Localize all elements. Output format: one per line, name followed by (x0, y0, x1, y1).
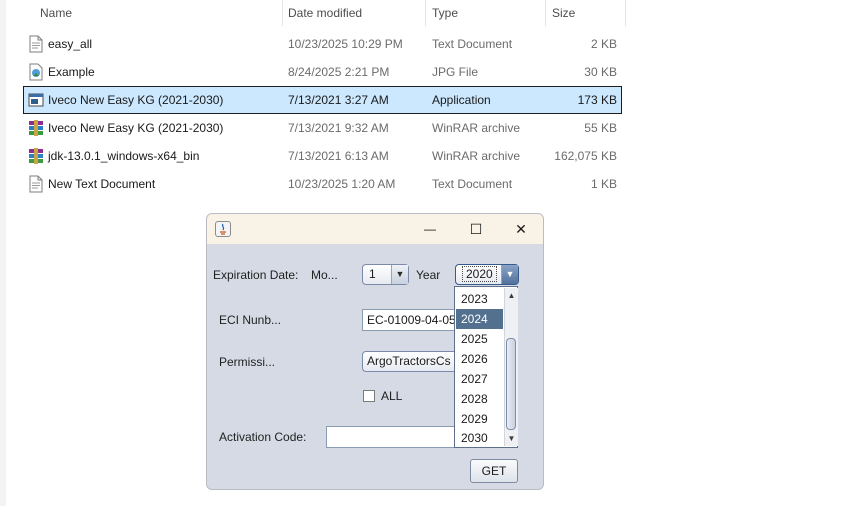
file-date: 7/13/2021 6:13 AM (288, 149, 389, 163)
all-checkbox-label: ALL (381, 389, 403, 403)
file-row[interactable]: Iveco New Easy KG (2021-2030) 7/13/2021 … (24, 115, 621, 141)
permission-select[interactable]: ArgoTractorsCs (362, 351, 462, 372)
winrar-archive-icon (29, 148, 43, 164)
activation-code-label: Activation Code: (219, 430, 307, 444)
year-option[interactable]: 2029 (456, 409, 503, 429)
file-row[interactable]: New Text Document 10/23/2025 1:20 AM Tex… (24, 171, 621, 197)
file-size: 1 KB (590, 177, 617, 191)
all-checkbox[interactable] (363, 390, 375, 402)
dropdown-scrollbar[interactable]: ▲ ▼ (504, 288, 518, 446)
column-header-date-modified[interactable]: Date modified (288, 0, 362, 26)
file-date: 7/13/2021 3:27 AM (288, 93, 389, 107)
year-option[interactable]: 2026 (456, 349, 503, 369)
file-date: 7/13/2021 9:32 AM (288, 121, 389, 135)
file-row[interactable]: Example 8/24/2025 2:21 PM JPG File 30 KB (24, 59, 621, 85)
file-size: 55 KB (584, 121, 617, 135)
chevron-down-icon[interactable]: ▼ (391, 265, 408, 284)
file-row[interactable]: easy_all 10/23/2025 10:29 PM Text Docume… (24, 31, 621, 57)
year-dropdown-list[interactable]: 2023 2024 2025 2026 2027 2028 2029 2030 … (454, 286, 518, 448)
close-button[interactable]: ✕ (499, 214, 543, 244)
year-value: 2020 (462, 266, 497, 282)
year-option-selected[interactable]: 2024 (456, 309, 503, 329)
year-option[interactable]: 2025 (456, 329, 503, 349)
scroll-up-icon[interactable]: ▲ (505, 289, 518, 302)
image-file-icon (29, 63, 43, 81)
file-date: 10/23/2025 10:29 PM (288, 37, 403, 51)
eci-number-label: ECI Nunb... (219, 313, 282, 327)
file-name: Iveco New Easy KG (2021-2030) (48, 121, 224, 135)
column-divider[interactable] (545, 0, 546, 26)
file-size: 2 KB (590, 37, 617, 51)
get-button[interactable]: GET (470, 459, 518, 483)
navigation-pane-edge (0, 0, 6, 506)
month-label: Mo... (311, 268, 338, 282)
column-header-name[interactable]: Name (40, 0, 72, 26)
file-type: Text Document (432, 37, 513, 51)
column-header-size[interactable]: Size (552, 0, 575, 26)
maximize-button[interactable]: ☐ (454, 214, 498, 244)
month-value: 1 (369, 267, 376, 281)
column-divider[interactable] (282, 0, 283, 26)
dialog-title-bar[interactable]: — ☐ ✕ (207, 214, 543, 244)
file-name: Iveco New Easy KG (2021-2030) (48, 93, 224, 107)
year-select[interactable]: 2020 ▼ (455, 264, 519, 285)
minimize-button[interactable]: — (408, 214, 452, 244)
file-name: jdk-13.0.1_windows-x64_bin (48, 149, 200, 163)
column-divider[interactable] (625, 0, 626, 26)
application-icon (28, 93, 44, 107)
file-size: 173 KB (577, 93, 617, 107)
java-app-icon (215, 221, 231, 237)
year-option[interactable]: 2027 (456, 369, 503, 389)
permission-value: ArgoTractorsCs (367, 354, 451, 368)
column-divider[interactable] (425, 0, 426, 26)
file-type: JPG File (432, 65, 479, 79)
file-date: 10/23/2025 1:20 AM (288, 177, 396, 191)
year-option[interactable]: 2028 (456, 389, 503, 409)
month-select[interactable]: 1 ▼ (362, 264, 409, 285)
file-date: 8/24/2025 2:21 PM (288, 65, 390, 79)
file-type: Application (432, 93, 491, 107)
activation-code-field[interactable] (326, 426, 456, 448)
file-size: 30 KB (584, 65, 617, 79)
scroll-down-icon[interactable]: ▼ (505, 432, 518, 445)
scrollbar-thumb[interactable] (506, 338, 516, 430)
file-name: Example (48, 65, 95, 79)
file-size: 162,075 KB (554, 149, 617, 163)
file-name: easy_all (48, 37, 93, 51)
year-option[interactable]: 2030 (456, 429, 503, 447)
year-label: Year (416, 268, 441, 282)
eci-number-field[interactable]: EC-01009-04-05 (362, 309, 462, 331)
sort-ascending-icon: ^ (150, 0, 156, 7)
file-row-selected[interactable]: Iveco New Easy KG (2021-2030) 7/13/2021 … (23, 86, 622, 114)
expiration-date-label: Expiration Date: (213, 268, 299, 282)
file-row[interactable]: jdk-13.0.1_windows-x64_bin 7/13/2021 6:1… (24, 143, 621, 169)
winrar-archive-icon (29, 120, 43, 136)
file-type: WinRAR archive (432, 149, 521, 163)
text-file-icon (29, 175, 43, 193)
text-file-icon (29, 35, 43, 53)
file-type: WinRAR archive (432, 121, 521, 135)
permission-label: Permissi... (219, 355, 276, 369)
file-type: Text Document (432, 177, 513, 191)
file-name: New Text Document (48, 177, 156, 191)
chevron-down-icon[interactable]: ▼ (501, 265, 518, 284)
column-header-type[interactable]: Type (432, 0, 458, 26)
year-option[interactable]: 2023 (456, 289, 503, 309)
